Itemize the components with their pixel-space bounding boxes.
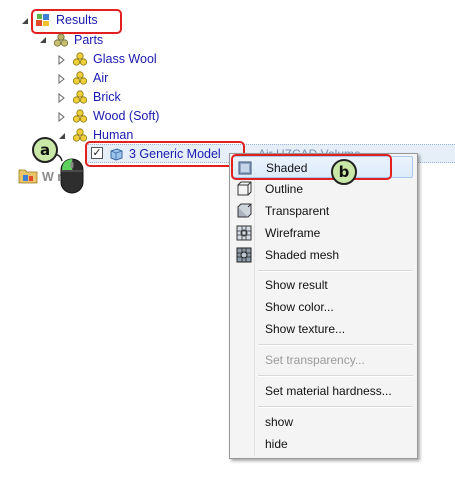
tree-item-label: Air <box>93 71 109 85</box>
tree-item-label: Wood (Soft) <box>93 109 160 123</box>
tree-item-parts[interactable]: Parts <box>74 31 103 49</box>
menu-separator <box>258 344 413 346</box>
tree-item-label: Brick <box>93 90 121 104</box>
tree-item-label: Human <box>93 128 134 142</box>
expand-arrow-icon[interactable] <box>57 112 67 122</box>
menu-item-show-color[interactable]: Show color... <box>232 296 413 318</box>
menu-item-show[interactable]: show <box>232 411 413 433</box>
parts-icon <box>53 33 69 47</box>
part-icon <box>72 52 88 66</box>
callout-badge-b: b <box>331 159 357 185</box>
menu-item-wireframe[interactable]: Wireframe <box>232 222 413 244</box>
mouse-icon <box>52 153 84 194</box>
tree-item-label: Glass Wool <box>93 52 157 66</box>
menu-separator <box>258 406 413 408</box>
wireframe-icon <box>236 225 252 241</box>
collapse-arrow-icon[interactable] <box>20 16 30 26</box>
expand-arrow-icon[interactable] <box>57 55 67 65</box>
collapse-arrow-icon[interactable] <box>38 35 48 45</box>
menu-item-hide[interactable]: hide <box>232 433 413 455</box>
part-icon <box>72 90 88 104</box>
tree-item-label: Parts <box>74 33 104 47</box>
menu-separator <box>258 270 413 272</box>
menu-separator <box>258 375 413 377</box>
collapse-arrow-icon[interactable] <box>57 131 67 141</box>
shaded-mesh-icon <box>236 247 252 263</box>
expand-arrow-icon[interactable] <box>57 74 67 84</box>
folder-icon <box>18 169 38 184</box>
menu-item-outline[interactable]: Outline <box>232 178 413 200</box>
context-menu: Shaded Outline Transparent Wireframe Sha… <box>229 153 418 459</box>
menu-item-set-transparency: Set transparency... <box>265 353 365 367</box>
menu-item-transparent[interactable]: Transparent <box>232 200 413 222</box>
highlight-model-callout <box>85 141 245 167</box>
menu-item-show-result[interactable]: Show result <box>232 274 413 296</box>
menu-item-show-texture[interactable]: Show texture... <box>232 318 413 340</box>
callout-badge-a: a <box>32 137 58 163</box>
menu-item-shaded-mesh[interactable]: Shaded mesh <box>232 244 413 266</box>
menu-item-set-material-hardness[interactable]: Set material hardness... <box>232 380 413 402</box>
part-icon <box>72 128 88 142</box>
expand-arrow-icon[interactable] <box>57 93 67 103</box>
highlight-shaded-callout <box>231 154 392 180</box>
transparent-cube-icon <box>237 203 252 218</box>
part-icon <box>72 109 88 123</box>
outline-cube-icon <box>237 181 252 196</box>
part-icon <box>72 71 88 85</box>
